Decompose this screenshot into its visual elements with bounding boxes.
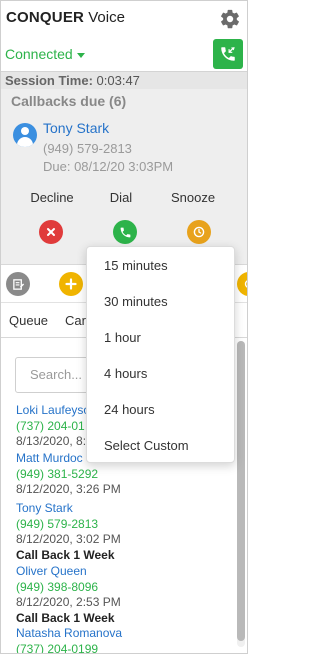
search-input[interactable]: Search...	[15, 357, 95, 393]
callback-contact-name[interactable]: Tony Stark	[43, 120, 109, 136]
contact-date: 8/12/2020, 3:02 PM	[16, 532, 121, 546]
scrollbar-thumb[interactable]	[237, 341, 245, 641]
contact-note: Call Back 1 Week	[16, 610, 115, 625]
phone-incoming-icon	[221, 47, 235, 61]
contact-phone: (737) 204-0199	[16, 641, 99, 654]
snooze-label: Snooze	[170, 190, 216, 205]
tab-car[interactable]: Car	[65, 313, 86, 328]
gear-icon[interactable]	[219, 8, 241, 30]
contact-note: Call Back 1 Week	[16, 547, 115, 562]
contact-phone: (949) 381-5292	[16, 466, 99, 481]
session-time-value: 0:03:47	[96, 73, 140, 88]
add-button[interactable]	[59, 272, 83, 296]
connection-status-dropdown[interactable]: Connected	[5, 46, 85, 62]
callbacks-title: Callbacks due (6)	[11, 93, 127, 109]
phone-icon	[120, 227, 130, 237]
snooze-option-30-minutes[interactable]: 30 minutes	[104, 294, 168, 309]
decline-button[interactable]	[39, 220, 63, 244]
clock-icon	[193, 226, 205, 238]
contact-name[interactable]: Tony Stark	[16, 501, 236, 517]
brand-logo: CONQUER Voice	[6, 9, 125, 26]
plus-icon	[65, 278, 77, 290]
status-circle-button[interactable]	[237, 272, 247, 296]
session-time: Session Time: 0:03:47	[1, 71, 247, 89]
decline-label: Decline	[30, 190, 74, 205]
contact-name[interactable]: Natasha Romanova	[16, 626, 236, 642]
contact-date: 8/12/2020, 3:26 PM	[16, 482, 121, 496]
snooze-option-1-hour[interactable]: 1 hour	[104, 330, 141, 345]
dial-button[interactable]	[113, 220, 137, 244]
contact-date: 8/12/2020, 2:53 PM	[16, 595, 121, 609]
snooze-menu: 15 minutes 30 minutes 1 hour 4 hours 24 …	[86, 246, 235, 463]
contact-phone: (949) 579-2813	[16, 516, 99, 531]
phone-dialer-button[interactable]	[213, 39, 243, 69]
callback-contact-phone: (949) 579-2813	[43, 141, 132, 156]
callback-due-time: Due: 08/12/20 3:03PM	[43, 159, 174, 174]
session-time-label: Session Time:	[5, 73, 93, 88]
callbacks-panel: Callbacks due (6) Tony Stark (949) 579-2…	[1, 89, 247, 265]
snooze-option-15-minutes[interactable]: 15 minutes	[104, 258, 168, 273]
avatar	[13, 123, 37, 147]
notes-icon	[12, 278, 24, 290]
scrollbar[interactable]	[237, 341, 245, 647]
list-item[interactable]: Tony Stark (949) 579-2813 8/12/2020, 3:0…	[16, 501, 236, 563]
snooze-option-24-hours[interactable]: 24 hours	[104, 402, 155, 417]
chevron-down-icon	[76, 52, 85, 58]
contact-phone: (949) 398-8096	[16, 579, 99, 594]
snooze-option-select-custom[interactable]: Select Custom	[104, 438, 189, 453]
connection-status-label: Connected	[5, 46, 73, 62]
tab-queue[interactable]: Queue	[9, 313, 48, 328]
header: CONQUER Voice	[1, 1, 247, 37]
snooze-option-4-hours[interactable]: 4 hours	[104, 366, 147, 381]
contact-name[interactable]: Oliver Queen	[16, 564, 236, 580]
conquer-voice-app: CONQUER Voice Connected Session Time: 0:…	[0, 0, 248, 654]
list-item[interactable]: Natasha Romanova (737) 204-0199	[16, 626, 236, 654]
dial-label: Dial	[109, 190, 133, 205]
status-row: Connected	[1, 39, 247, 71]
snooze-button[interactable]	[187, 220, 211, 244]
list-item[interactable]: Oliver Queen (949) 398-8096 8/12/2020, 2…	[16, 564, 236, 626]
notes-button[interactable]	[6, 272, 30, 296]
close-icon	[47, 228, 55, 236]
circle-icon	[244, 280, 247, 288]
